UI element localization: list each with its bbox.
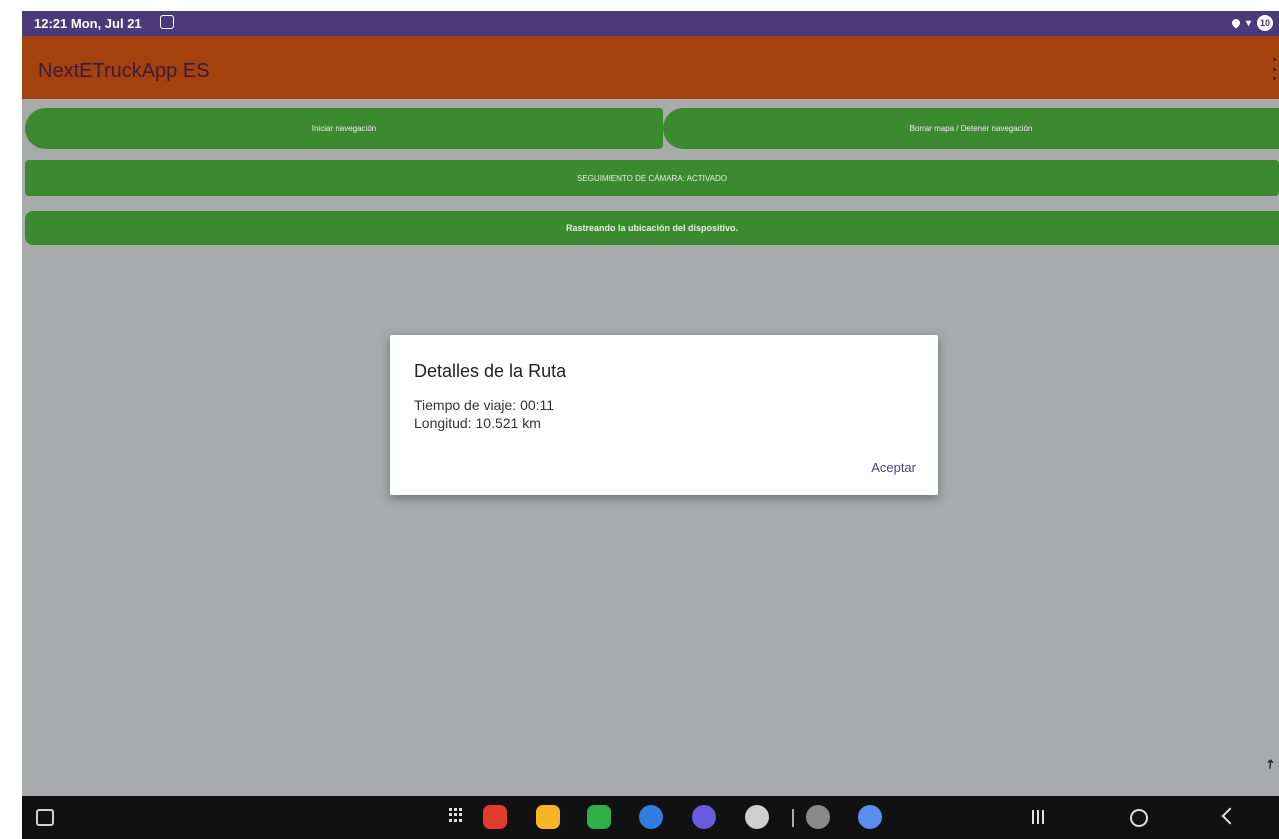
travel-time-text: Tiempo de viaje: 00:11: [414, 397, 555, 413]
accept-button[interactable]: Aceptar: [871, 460, 916, 475]
start-navigation-button[interactable]: Iniciar navegación: [25, 108, 663, 149]
internet-app-icon[interactable]: [692, 805, 716, 829]
app-title: NextETruckApp ES: [38, 60, 210, 82]
apps-grid-icon[interactable]: [449, 808, 463, 822]
map-attribution-icon: ↗: [1261, 755, 1279, 773]
clear-map-button[interactable]: Borrar mapa / Detener navegación: [663, 108, 1279, 149]
status-bar: 12:21 Mon, Jul 21 ▾ 10: [22, 11, 1279, 36]
app-notification-icon: [160, 15, 174, 29]
location-icon: [1230, 17, 1242, 29]
camera-app-icon[interactable]: [745, 805, 769, 829]
signal-icon: ▾: [1245, 17, 1251, 29]
battery-icon: 10: [1257, 15, 1273, 31]
dock-divider: [792, 809, 794, 827]
recents-icon[interactable]: [1032, 810, 1044, 824]
status-icons: ▾ 10: [1230, 15, 1273, 31]
status-time: 12:21 Mon, Jul 21: [34, 16, 142, 31]
camera-tracking-button[interactable]: SEGUIMIENTO DE CÁMARA: ACTIVADO: [25, 160, 1279, 196]
back-icon[interactable]: [1221, 807, 1239, 825]
messages-app-icon[interactable]: [639, 805, 663, 829]
navigation-bar: [22, 796, 1279, 839]
location-tracking-label: Rastreando la ubicación del dispositivo.: [565, 223, 739, 233]
phone-app-icon[interactable]: [587, 805, 611, 829]
settings-app-icon[interactable]: [806, 805, 830, 829]
screenshot-icon[interactable]: [36, 809, 54, 826]
route-details-dialog: Detalles de la Ruta Tiempo de viaje: 00:…: [390, 335, 938, 495]
dialog-title: Detalles de la Ruta: [414, 361, 567, 381]
camera-tracking-label: SEGUIMIENTO DE CÁMARA: ACTIVADO: [577, 173, 727, 183]
files-app-icon[interactable]: [536, 805, 560, 829]
start-navigation-label: Iniciar navegación: [311, 124, 377, 133]
assistant-app-icon[interactable]: [858, 805, 882, 829]
home-icon[interactable]: [1130, 809, 1148, 827]
device-screen: 12:21 Mon, Jul 21 ▾ 10 NextETruckApp ES …: [0, 0, 1279, 839]
app-bar: NextETruckApp ES: [22, 36, 1279, 99]
location-tracking-button[interactable]: Rastreando la ubicación del dispositivo.: [25, 211, 1279, 245]
route-length-text: Longitud: 10.521 km: [414, 415, 541, 431]
clear-map-label: Borrar mapa / Detener navegación: [909, 124, 1033, 133]
notes-app-icon[interactable]: [483, 805, 507, 829]
overflow-menu-icon[interactable]: [1271, 58, 1277, 80]
